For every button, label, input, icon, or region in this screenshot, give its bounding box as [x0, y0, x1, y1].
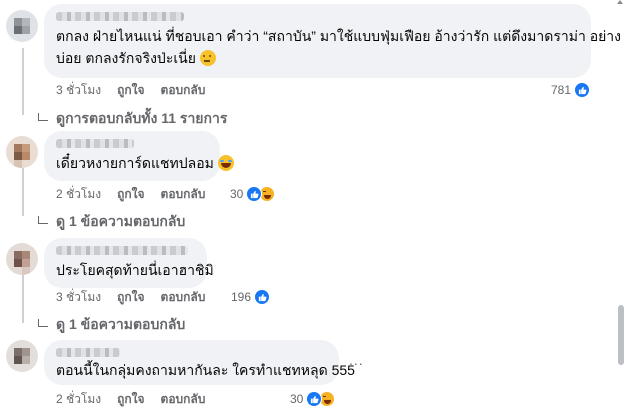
like-button[interactable]: ถูกใจ: [117, 390, 144, 409]
comment-actions: 3 ชั่วโมง ถูกใจ ตอบกลับ: [56, 289, 221, 305]
reaction-count: 30: [290, 392, 304, 406]
like-reaction-icon: [306, 391, 323, 407]
thinking-face-icon: [199, 50, 216, 66]
comment-text: ประโยคสุดท้ายนี่เอาฮาชิมิ: [56, 262, 214, 278]
comment-bubble: ประโยคสุดท้ายนี่เอาฮาชิมิ: [44, 238, 214, 288]
like-button[interactable]: ถูกใจ: [117, 185, 144, 204]
like-button[interactable]: ถูกใจ: [117, 81, 144, 100]
laughing-face-icon: [217, 155, 234, 171]
reaction-count: 781: [551, 83, 572, 97]
reply-button[interactable]: ตอบกลับ: [161, 390, 206, 409]
avatar[interactable]: [6, 10, 38, 42]
reply-arrow-icon: [38, 216, 48, 224]
reaction-summary[interactable]: 196: [231, 288, 271, 306]
view-replies-link[interactable]: ดูการตอบกลับทั้ง 11 รายการ: [38, 108, 227, 130]
thread-connector: [22, 168, 24, 216]
reply-button[interactable]: ตอบกลับ: [161, 288, 206, 307]
commenter-name[interactable]: [56, 348, 120, 357]
scroll-up-arrow[interactable]: [617, 0, 623, 4]
like-reaction-icon: [246, 186, 263, 202]
commenter-name[interactable]: [56, 12, 184, 21]
comment-text: ตกลง ฝ่ายไหนแน่ ที่ชอบเอา คำว่า “สถาบัน”…: [56, 28, 621, 44]
comment-text: เดี๋ยวหงายการ์ดแชทปลอม: [56, 153, 234, 174]
comment-bubble: เดี๋ยวหงายการ์ดแชทปลอม: [44, 131, 234, 181]
reaction-summary[interactable]: 30: [290, 390, 336, 408]
thread-connector: [22, 48, 24, 115]
comment-bubble: ตอนนี้ในกลุ่มคงถามหากันละ ใครทำแชทหลุด 5…: [44, 340, 355, 385]
avatar[interactable]: [6, 136, 38, 168]
commenter-name[interactable]: [56, 246, 188, 255]
comment-text: บ่อย ตกลงรักจริงป่ะเนี่ย: [56, 48, 216, 69]
reaction-summary[interactable]: 781: [551, 81, 591, 99]
commenter-name[interactable]: [56, 139, 134, 148]
thread-connector: [22, 275, 24, 323]
comment-actions: 2 ชั่วโมง ถูกใจ ตอบกลับ: [56, 186, 221, 202]
comment-bubble: ตกลง ฝ่ายไหนแน่ ที่ชอบเอา คำว่า “สถาบัน”…: [44, 4, 621, 78]
view-replies-link[interactable]: ดู 1 ข้อความตอบกลับ: [38, 314, 185, 336]
like-button[interactable]: ถูกใจ: [117, 288, 144, 307]
comment-text: ตอนนี้ในกลุ่มคงถามหากันละ ใครทำแชทหลุด 5…: [56, 362, 355, 378]
scrollbar-thumb[interactable]: [618, 305, 624, 365]
reply-arrow-icon: [38, 319, 48, 327]
timestamp[interactable]: 2 ชั่วโมง: [56, 185, 101, 204]
reaction-count: 30: [230, 187, 244, 201]
like-reaction-icon: [574, 82, 591, 98]
timestamp[interactable]: 3 ชั่วโมง: [56, 288, 101, 307]
avatar[interactable]: [6, 243, 38, 275]
reply-button[interactable]: ตอบกลับ: [161, 81, 206, 100]
reaction-count: 196: [231, 290, 252, 304]
avatar[interactable]: [6, 340, 38, 372]
timestamp[interactable]: 3 ชั่วโมง: [56, 81, 101, 100]
more-options-button[interactable]: ...: [349, 352, 364, 368]
reply-arrow-icon: [38, 113, 48, 121]
reply-button[interactable]: ตอบกลับ: [161, 185, 206, 204]
comment-actions: 3 ชั่วโมง ถูกใจ ตอบกลับ: [56, 82, 221, 98]
comment-actions: 2 ชั่วโมง ถูกใจ ตอบกลับ: [56, 391, 221, 407]
view-replies-link[interactable]: ดู 1 ข้อความตอบกลับ: [38, 211, 185, 233]
reaction-summary[interactable]: 30: [230, 185, 276, 203]
like-reaction-icon: [254, 289, 271, 305]
timestamp[interactable]: 2 ชั่วโมง: [56, 390, 101, 409]
